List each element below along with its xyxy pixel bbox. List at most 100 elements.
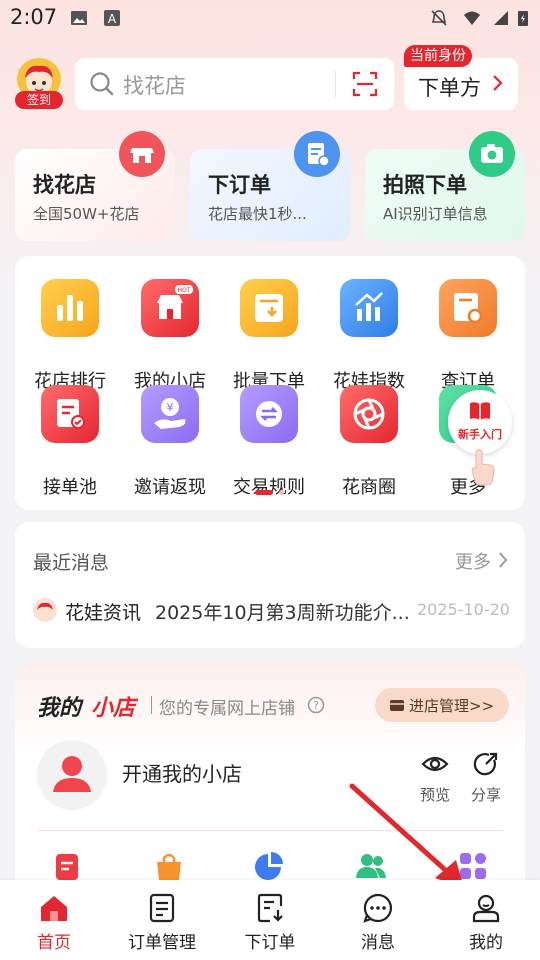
- order-list-icon: [149, 893, 175, 923]
- share-icon: [473, 752, 498, 776]
- book-icon: [470, 402, 490, 420]
- search-order-icon: [439, 279, 497, 337]
- mute-icon: [431, 10, 447, 26]
- shop-avatar: [37, 740, 107, 810]
- quick-card-place-order[interactable]: 下订单 花店最快1秒...: [190, 131, 350, 241]
- quick-card-title: 找花店: [33, 173, 96, 197]
- index-chart-icon: [340, 279, 398, 337]
- grid-item-order-pool[interactable]: 接单池: [25, 385, 115, 498]
- page-dot: [279, 490, 284, 495]
- invite-cashback-icon: ¥: [141, 385, 199, 443]
- shopping-bag-icon[interactable]: [153, 850, 185, 882]
- grid-item-label: 更多: [450, 477, 486, 498]
- role-value: 下单方: [418, 76, 481, 100]
- quick-card-subtitle: 花店最快1秒...: [208, 205, 307, 223]
- grid-item-label: 花商圈: [342, 477, 396, 498]
- pie-chart-icon[interactable]: [253, 850, 285, 882]
- image-notification-icon: [71, 11, 87, 25]
- news-headline[interactable]: 2025年10月第3周新功能介...: [155, 598, 411, 625]
- scan-icon[interactable]: [351, 70, 379, 98]
- nav-home[interactable]: 首页: [0, 880, 108, 960]
- place-order-icon: [257, 893, 283, 923]
- signal-icon: [494, 11, 508, 25]
- my-shop-icon: HOT: [141, 279, 199, 337]
- battery-icon: [518, 11, 528, 26]
- wifi-icon: [464, 11, 480, 25]
- help-icon[interactable]: ?: [307, 696, 325, 714]
- news-source[interactable]: 花娃资讯: [65, 598, 141, 625]
- quick-card-find-shop[interactable]: 找花店 全国50W+花店: [15, 131, 175, 241]
- recent-news-card: 最近消息 更多 花娃资讯 2025年10月第3周新功能介... 2025-10-…: [15, 522, 525, 648]
- message-icon: [363, 893, 393, 923]
- grid-item-index[interactable]: 花娃指数: [324, 279, 414, 392]
- aperture-icon: [340, 385, 398, 443]
- bottom-navigation: 首页 订单管理 下订单 消息 我的: [0, 880, 540, 960]
- shop-description: 您的专属网上店铺: [159, 699, 295, 719]
- shop-manage-button[interactable]: 进店管理>>: [375, 688, 509, 722]
- beginner-guide-label: 新手入门: [458, 428, 502, 441]
- news-avatar-icon: [33, 598, 57, 622]
- news-title: 最近消息: [33, 552, 110, 574]
- shop-manage-label: 进店管理>>: [409, 697, 495, 715]
- news-more-link[interactable]: 更多: [455, 548, 491, 574]
- status-bar: 2:07 A: [0, 0, 540, 36]
- svg-text:HOT: HOT: [178, 287, 191, 294]
- grid-item-ranking[interactable]: 花店排行: [25, 279, 115, 392]
- grid-item-label: 接单池: [43, 477, 97, 498]
- exchange-rules-icon: [240, 385, 298, 443]
- order-clipboard-icon: [294, 131, 340, 177]
- profile-icon: [472, 894, 500, 923]
- ranking-icon: [41, 279, 99, 337]
- nav-place-order[interactable]: 下订单: [216, 880, 324, 960]
- news-date: 2025-10-20: [417, 600, 510, 619]
- nav-profile[interactable]: 我的: [432, 880, 540, 960]
- shop-logo-part2: 小店: [91, 696, 136, 721]
- chevron-right-icon[interactable]: [497, 550, 509, 570]
- pointing-hand-icon: [471, 449, 495, 486]
- open-shop-text[interactable]: 开通我的小店: [122, 758, 242, 787]
- shop-logo-part1: 我的: [37, 696, 82, 721]
- shop-title-divider: [151, 696, 152, 714]
- role-badge: 当前身份: [404, 45, 472, 67]
- grid-item-batch-order[interactable]: 批量下单: [224, 279, 314, 392]
- search-icon: [90, 72, 114, 96]
- quick-card-subtitle: AI识别订单信息: [383, 205, 488, 223]
- order-pool-icon: [41, 385, 99, 443]
- signin-label: 签到: [15, 91, 63, 109]
- quick-card-title: 下订单: [208, 173, 271, 197]
- svg-text:?: ?: [313, 699, 319, 712]
- batch-order-icon: [240, 279, 298, 337]
- eye-icon: [421, 756, 449, 772]
- quick-card-subtitle: 全国50W+花店: [33, 205, 140, 223]
- nav-order-management[interactable]: 订单管理: [108, 880, 216, 960]
- nav-label: 下订单: [244, 933, 296, 953]
- svg-text:¥: ¥: [167, 401, 174, 414]
- grid-item-search-order[interactable]: 查订单: [423, 279, 513, 392]
- function-grid: 花店排行 HOT 我的小店 批量下单 花娃指数 查订单 接单池 ¥ 邀请返现 交…: [15, 256, 525, 510]
- grid-item-exchange-rules[interactable]: 交易规则: [224, 385, 314, 498]
- quick-card-title: 拍照下单: [383, 173, 467, 197]
- page-dot-active: [255, 490, 273, 495]
- grid-item-florist-circle[interactable]: 花商圈: [324, 385, 414, 498]
- svg-text:A: A: [108, 12, 117, 26]
- nav-messages[interactable]: 消息: [324, 880, 432, 960]
- search-bar[interactable]: 找花店: [75, 58, 394, 110]
- nav-label: 我的: [469, 933, 503, 953]
- beginner-guide-button[interactable]: 新手入门: [448, 390, 512, 454]
- shop-orders-icon[interactable]: [51, 850, 83, 882]
- app-notification-icon: A: [104, 10, 120, 26]
- signin-button[interactable]: 签到: [14, 58, 64, 110]
- nav-label: 订单管理: [128, 933, 196, 953]
- store-icon: [390, 700, 404, 711]
- shop-icon: [119, 131, 165, 177]
- quick-card-photo-order[interactable]: 拍照下单 AI识别订单信息: [365, 131, 525, 241]
- grid-item-invite-cashback[interactable]: ¥ 邀请返现: [125, 385, 215, 498]
- grid-item-my-shop[interactable]: HOT 我的小店: [125, 279, 215, 392]
- nav-label: 首页: [37, 933, 71, 953]
- status-time: 2:07: [10, 5, 58, 29]
- grid-item-label: 交易规则: [233, 477, 305, 498]
- search-placeholder: 找花店: [123, 74, 186, 98]
- camera-icon: [469, 131, 515, 177]
- search-divider: [335, 71, 336, 97]
- chevron-right-icon: [493, 75, 503, 91]
